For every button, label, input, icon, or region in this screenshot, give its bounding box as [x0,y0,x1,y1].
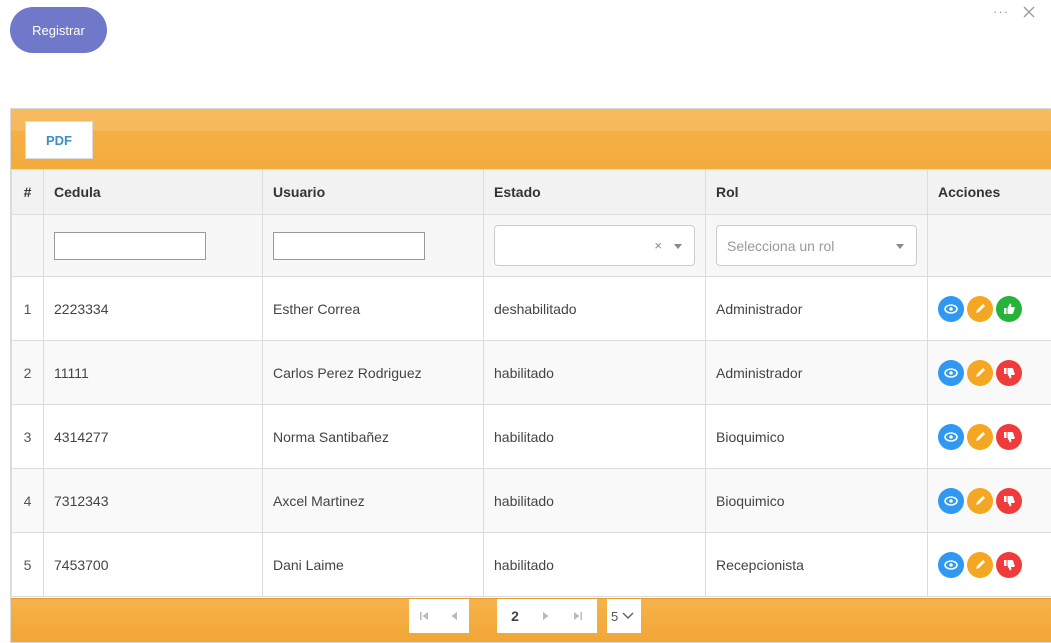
previous-page-button[interactable] [439,599,469,633]
cedula-filter-input[interactable] [54,232,206,260]
table-row[interactable]: 34314277Norma SantibañezhabilitadoBioqui… [12,405,1051,469]
view-icon[interactable] [938,296,964,322]
actions-cell [928,533,1051,597]
page-size-select[interactable]: 5 [607,599,641,633]
filter-row: × Selecciona un rol [12,215,1051,277]
edit-icon[interactable] [967,488,993,514]
page-size-value: 5 [611,609,618,624]
view-icon[interactable] [938,552,964,578]
edit-icon[interactable] [967,552,993,578]
view-icon[interactable] [938,488,964,514]
cedula-cell: 2223334 [44,277,263,341]
cedula-cell: 7312343 [44,469,263,533]
edit-icon[interactable] [967,296,993,322]
column-header-rol[interactable]: Rol [706,170,928,215]
row-number: 2 [12,341,44,405]
usuario-cell: Esther Correa [263,277,484,341]
first-page-icon [419,611,429,621]
more-options-icon[interactable]: ··· [993,4,1009,19]
estado-cell: habilitado [484,405,706,469]
rol-filter-placeholder: Selecciona un rol [727,238,834,254]
cedula-cell: 11111 [44,341,263,405]
thumbs-down-icon[interactable] [996,360,1022,386]
usuario-cell: Carlos Perez Rodriguez [263,341,484,405]
header-row: # Cedula Usuario Estado Rol Acciones [12,170,1051,215]
clear-icon[interactable]: × [654,238,662,253]
current-page[interactable]: 2 [497,599,533,633]
column-header-usuario[interactable]: Usuario [263,170,484,215]
registrar-button[interactable]: Registrar [10,7,107,53]
pager: 2 5 [11,598,1051,642]
table-row[interactable]: 57453700Dani LaimehabilitadoRecepcionist… [12,533,1051,597]
actions-cell [928,405,1051,469]
chevron-down-icon [896,244,904,249]
row-number: 1 [12,277,44,341]
table-row[interactable]: 211111Carlos Perez RodriguezhabilitadoAd… [12,341,1051,405]
users-grid: PDF # Cedula Usuario Estado Rol Acciones [10,108,1051,643]
column-header-estado[interactable]: Estado [484,170,706,215]
usuario-cell: Axcel Martinez [263,469,484,533]
actions-cell [928,277,1051,341]
cedula-cell: 7453700 [44,533,263,597]
column-header-cedula[interactable]: Cedula [44,170,263,215]
estado-cell: habilitado [484,341,706,405]
estado-filter-select[interactable]: × [494,225,695,266]
cedula-cell: 4314277 [44,405,263,469]
edit-icon[interactable] [967,360,993,386]
usuario-cell: Dani Laime [263,533,484,597]
previous-page-icon [450,611,458,621]
close-icon[interactable] [1023,6,1035,18]
row-number: 4 [12,469,44,533]
chevron-down-icon [622,612,634,620]
column-header-number[interactable]: # [12,170,44,215]
next-page-icon [542,611,550,621]
rol-cell: Recepcionista [706,533,928,597]
users-table: # Cedula Usuario Estado Rol Acciones × [11,169,1051,597]
usuario-cell: Norma Santibañez [263,405,484,469]
actions-cell [928,341,1051,405]
rol-cell: Administrador [706,341,928,405]
first-page-button[interactable] [409,599,439,633]
view-icon[interactable] [938,360,964,386]
column-header-acciones: Acciones [928,170,1051,215]
last-page-icon [573,611,583,621]
thumbs-down-icon[interactable] [996,424,1022,450]
view-icon[interactable] [938,424,964,450]
table-row[interactable]: 47312343Axcel MartinezhabilitadoBioquimi… [12,469,1051,533]
chevron-down-icon [674,244,682,249]
row-number: 5 [12,533,44,597]
edit-icon[interactable] [967,424,993,450]
usuario-filter-input[interactable] [273,232,425,260]
grid-toolbar: PDF [11,109,1051,169]
estado-cell: habilitado [484,533,706,597]
window-controls: ··· [993,4,1035,19]
rol-cell: Bioquimico [706,469,928,533]
thumbs-down-icon[interactable] [996,488,1022,514]
estado-cell: habilitado [484,469,706,533]
rol-filter-select[interactable]: Selecciona un rol [716,225,917,266]
next-page-button[interactable] [533,599,559,633]
filter-cell-number [12,215,44,277]
row-number: 3 [12,405,44,469]
last-page-button[interactable] [559,599,597,633]
rol-cell: Bioquimico [706,405,928,469]
thumbs-up-icon[interactable] [996,296,1022,322]
pdf-export-button[interactable]: PDF [25,121,93,159]
actions-cell [928,469,1051,533]
rol-cell: Administrador [706,277,928,341]
estado-cell: deshabilitado [484,277,706,341]
table-row[interactable]: 12223334Esther CorreadeshabilitadoAdmini… [12,277,1051,341]
filter-cell-actions [928,215,1051,277]
thumbs-down-icon[interactable] [996,552,1022,578]
